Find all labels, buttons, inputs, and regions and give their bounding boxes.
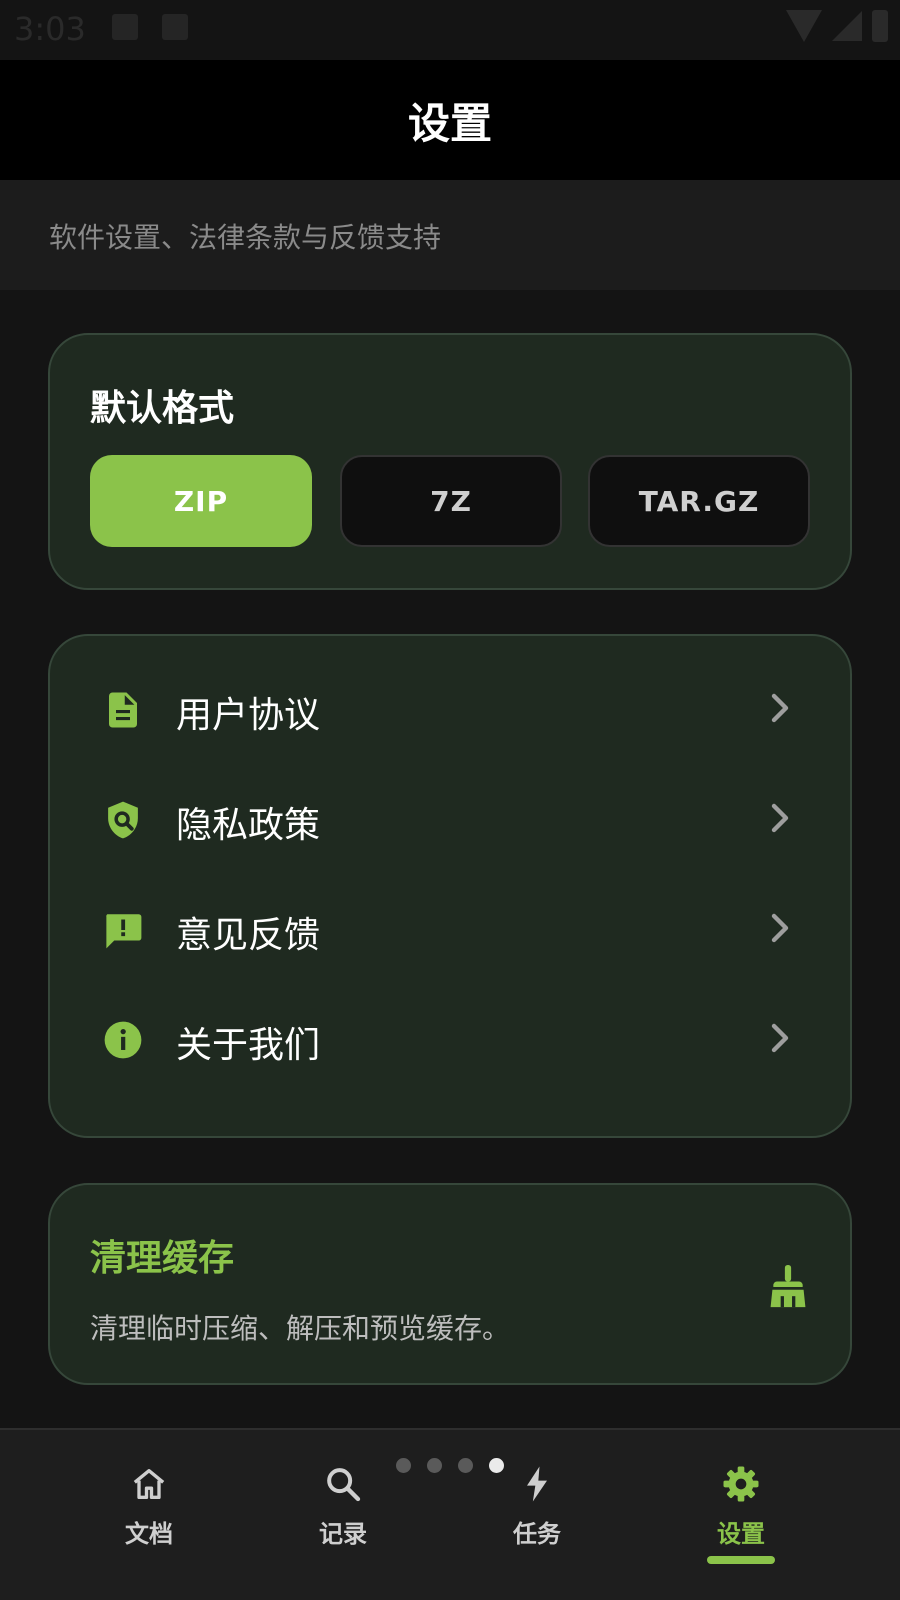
bolt-icon (527, 1466, 547, 1502)
active-tab-indicator (707, 1556, 775, 1564)
format-7z-button[interactable]: 7Z (340, 455, 562, 547)
menu-item-label: 用户协议 (176, 695, 321, 736)
clear-cache-card[interactable]: 清理缓存 清理临时压缩、解压和预览缓存。 (48, 1183, 852, 1385)
status-bar: 3:03 (0, 0, 900, 60)
signal-icon (832, 11, 862, 41)
info-icon (104, 1021, 142, 1059)
notification-app-icon (162, 14, 188, 40)
menu-item-label: 隐私政策 (176, 805, 321, 846)
search-icon (327, 1468, 361, 1502)
default-format-card: 默认格式 ZIP 7Z TAR.GZ (48, 333, 852, 590)
nav-item-records[interactable]: 记录 (273, 1464, 413, 1574)
menu-item-feedback[interactable]: 意见反馈 (50, 874, 850, 984)
menu-item-user-agreement[interactable]: 用户协议 (50, 654, 850, 764)
subtitle-bar: 软件设置、法律条款与反馈支持 (0, 180, 900, 290)
chevron-right-icon (771, 693, 789, 723)
broom-icon[interactable] (766, 1263, 810, 1311)
page-dot (427, 1458, 442, 1473)
nav-label: 设置 (717, 1520, 765, 1548)
chevron-right-icon (771, 803, 789, 833)
format-targz-button[interactable]: TAR.GZ (588, 455, 810, 547)
settings-menu-card: 用户协议 隐私政策 意见反馈 关于我们 (48, 634, 852, 1138)
feedback-icon (106, 914, 142, 949)
nav-label: 文档 (125, 1520, 173, 1548)
status-notification-icons (112, 14, 188, 40)
clear-cache-description: 清理临时压缩、解压和预览缓存。 (90, 1312, 511, 1345)
status-system-icons (786, 10, 888, 42)
status-time: 3:03 (14, 10, 86, 48)
nav-item-tasks[interactable]: 任务 (467, 1464, 607, 1574)
menu-item-about-us[interactable]: 关于我们 (50, 984, 850, 1094)
page-subtitle: 软件设置、法律条款与反馈支持 (49, 221, 442, 254)
nav-item-documents[interactable]: 文档 (79, 1464, 219, 1574)
default-format-label: 默认格式 (90, 388, 235, 429)
menu-item-label: 意见反馈 (176, 915, 321, 956)
chevron-right-icon (771, 1023, 789, 1053)
menu-item-privacy-policy[interactable]: 隐私政策 (50, 764, 850, 874)
home-icon (133, 1469, 165, 1499)
title-bar: 设置 (0, 60, 900, 180)
gear-icon (723, 1466, 759, 1502)
notification-image-icon (112, 14, 138, 40)
nav-label: 记录 (319, 1520, 367, 1548)
clear-cache-title: 清理缓存 (90, 1238, 235, 1279)
page-title: 设置 (407, 98, 492, 148)
wifi-icon (786, 10, 822, 42)
battery-icon (872, 10, 888, 42)
nav-label: 任务 (513, 1520, 561, 1548)
chevron-right-icon (771, 913, 789, 943)
bottom-navigation: 文档 记录 任务 设置 (0, 1428, 900, 1600)
menu-item-label: 关于我们 (176, 1025, 321, 1066)
shield-search-icon (108, 801, 138, 839)
document-icon (109, 692, 137, 728)
format-zip-button[interactable]: ZIP (90, 455, 312, 547)
